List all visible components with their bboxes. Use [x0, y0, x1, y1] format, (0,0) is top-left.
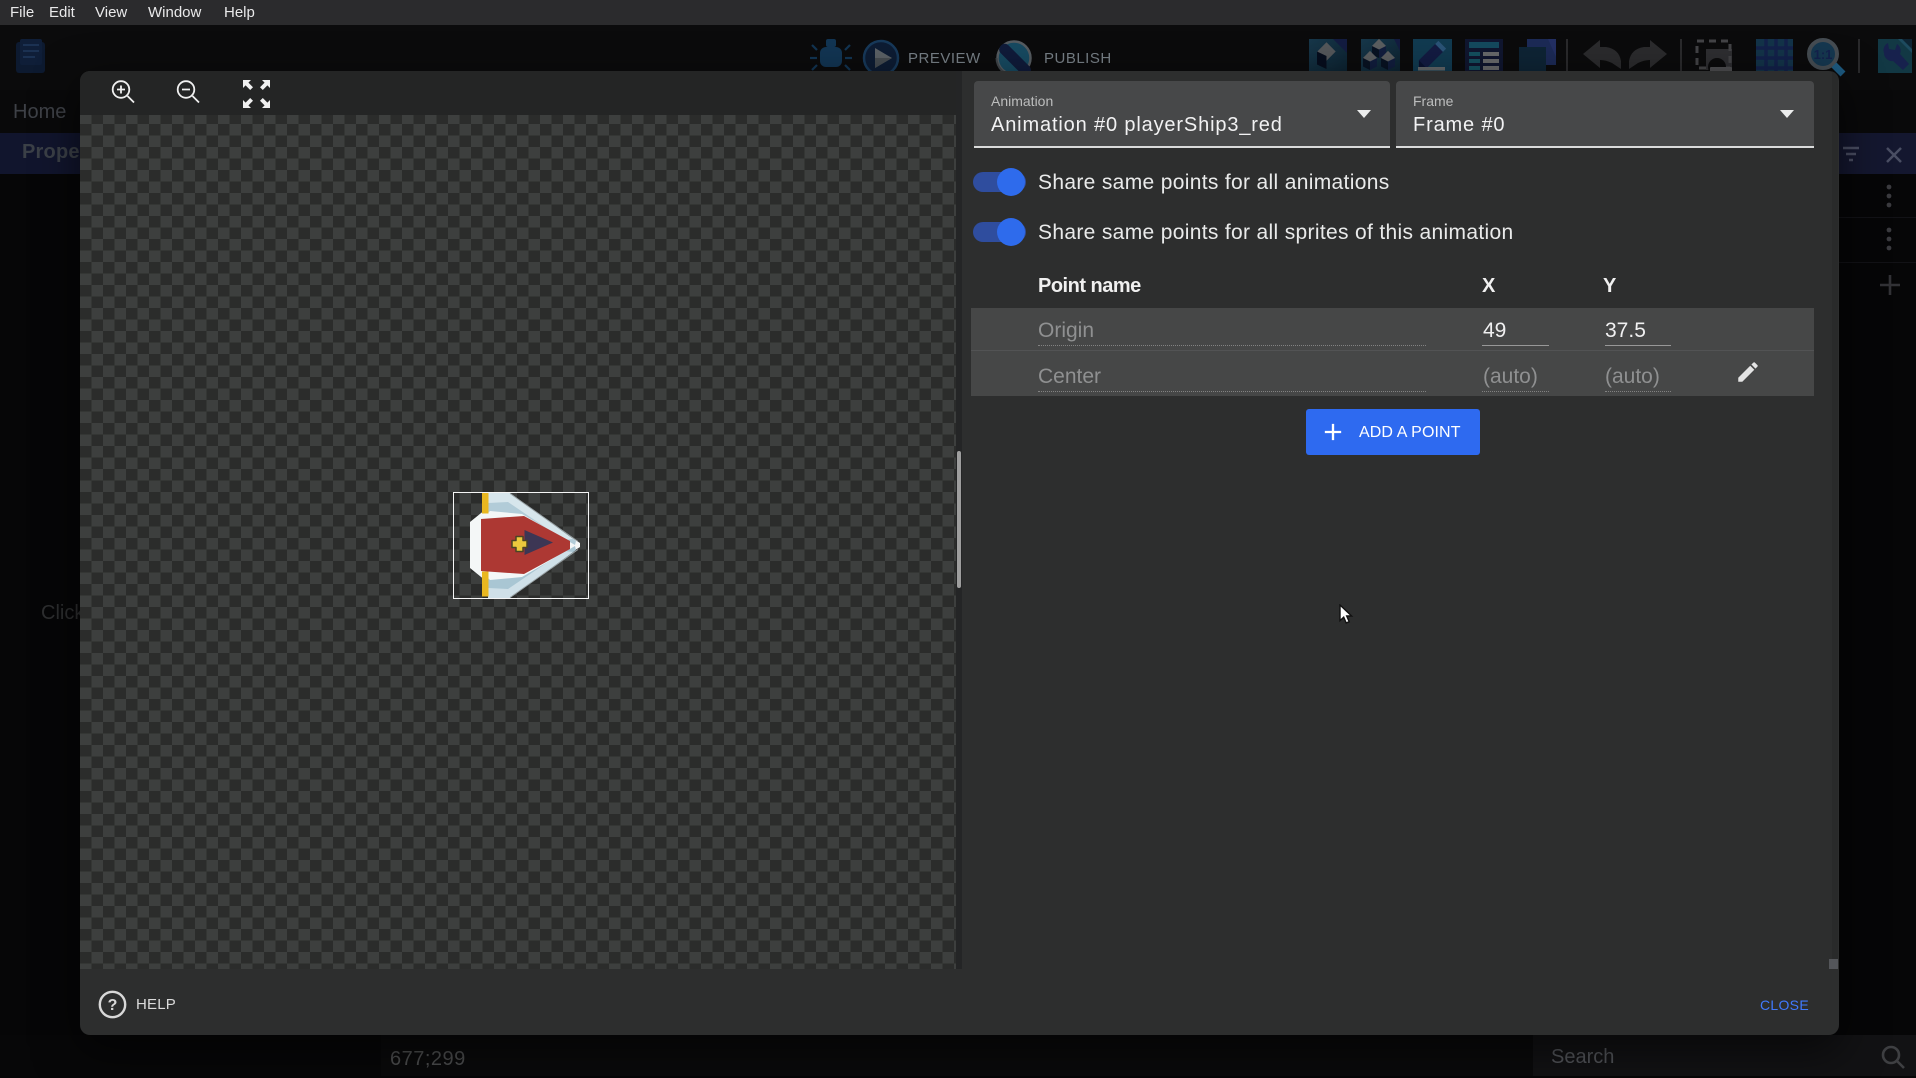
svg-text:1:1: 1:1: [1814, 47, 1833, 62]
svg-text:?: ?: [108, 997, 118, 1014]
